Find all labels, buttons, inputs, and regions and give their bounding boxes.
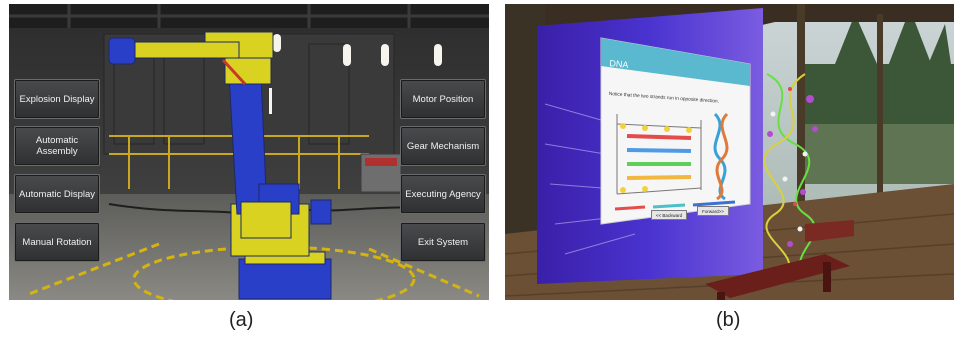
explosion-display-button[interactable]: Explosion Display xyxy=(14,79,100,119)
vr-dna-lesson-screen: DNA Notice that the two strands run in o… xyxy=(505,4,954,300)
gear-mechanism-button[interactable]: Gear Mechanism xyxy=(400,126,486,166)
automatic-assembly-button[interactable]: Automatic Assembly xyxy=(14,126,100,166)
robot-simulator-screen: Explosion Display Automatic Assembly Aut… xyxy=(9,4,489,300)
caption-a: (a) xyxy=(229,309,254,331)
caption-b: (b) xyxy=(716,309,741,331)
automatic-display-button[interactable]: Automatic Display xyxy=(14,174,100,214)
backward-button[interactable]: << Backward xyxy=(651,210,687,220)
vr-classroom-scene xyxy=(505,4,954,300)
exit-system-button[interactable]: Exit System xyxy=(400,222,486,262)
executing-agency-button[interactable]: Executing Agency xyxy=(400,174,486,214)
motor-position-button[interactable]: Motor Position xyxy=(400,79,486,119)
slide-title: DNA xyxy=(608,58,629,70)
manual-rotation-button[interactable]: Manual Rotation xyxy=(14,222,100,262)
forward-button[interactable]: Forward>> xyxy=(697,206,729,216)
